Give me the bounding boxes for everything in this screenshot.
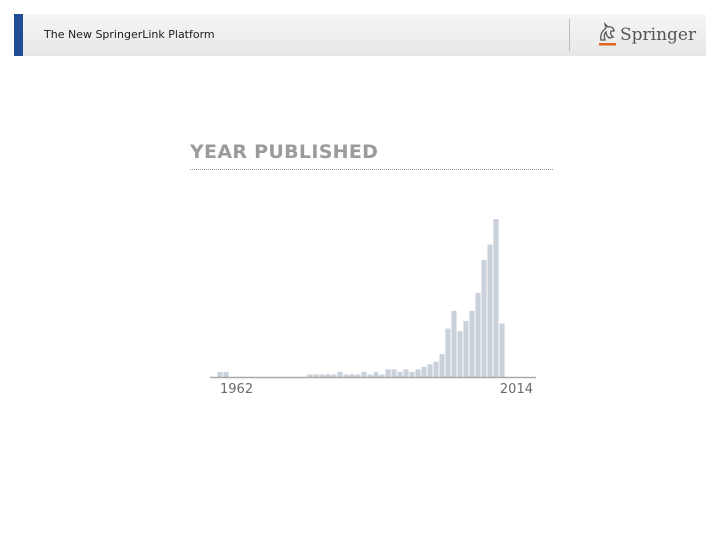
bar-1997[interactable] [427, 364, 433, 377]
chart-title: YEAR PUBLISHED [190, 141, 379, 163]
bar-2006[interactable] [481, 259, 487, 377]
bar-2004[interactable] [469, 310, 475, 377]
bar-2003[interactable] [463, 320, 469, 377]
x-tick-label-end: 2014 [500, 382, 533, 397]
bar-2000[interactable] [445, 328, 451, 377]
bar-1978[interactable] [313, 374, 319, 377]
bar-1993[interactable] [403, 369, 409, 377]
bar-1985[interactable] [355, 374, 361, 377]
bar-1977[interactable] [307, 374, 313, 377]
bar-2008[interactable] [493, 219, 499, 377]
bar-1996[interactable] [421, 366, 427, 377]
bar-1991[interactable] [391, 369, 397, 377]
year-published-chart: 1962 2014 [210, 219, 536, 397]
slide-header: The New SpringerLink Platform Springer [14, 14, 706, 56]
bar-2009[interactable] [499, 323, 505, 377]
bar-1995[interactable] [415, 369, 421, 377]
bar-2001[interactable] [451, 310, 457, 377]
bar-1990[interactable] [385, 369, 391, 377]
bar-2005[interactable] [475, 292, 481, 377]
bar-1984[interactable] [349, 374, 355, 377]
bar-1999[interactable] [439, 354, 445, 377]
title-divider [190, 169, 553, 170]
header-title: The New SpringerLink Platform [44, 28, 215, 41]
bar-1983[interactable] [343, 374, 349, 377]
x-tick-label-start: 1962 [220, 382, 253, 397]
bar-1963[interactable] [223, 371, 229, 377]
bar-2007[interactable] [487, 244, 493, 377]
springer-wordmark: Springer [620, 25, 697, 45]
header-accent-bar [14, 14, 23, 56]
bar-1989[interactable] [379, 374, 385, 377]
bar-1998[interactable] [433, 361, 439, 377]
bar-1979[interactable] [319, 374, 325, 377]
bar-1987[interactable] [367, 374, 373, 377]
bar-2002[interactable] [457, 331, 463, 377]
springer-horse-icon [599, 22, 616, 46]
bar-1982[interactable] [337, 371, 343, 377]
bar-1994[interactable] [409, 371, 415, 377]
bar-1986[interactable] [361, 371, 367, 377]
bar-1962[interactable] [217, 371, 223, 377]
bar-1980[interactable] [325, 374, 331, 377]
header-divider [569, 19, 570, 51]
bar-1981[interactable] [331, 374, 337, 377]
bar-1988[interactable] [373, 371, 379, 377]
bar-1992[interactable] [397, 371, 403, 377]
